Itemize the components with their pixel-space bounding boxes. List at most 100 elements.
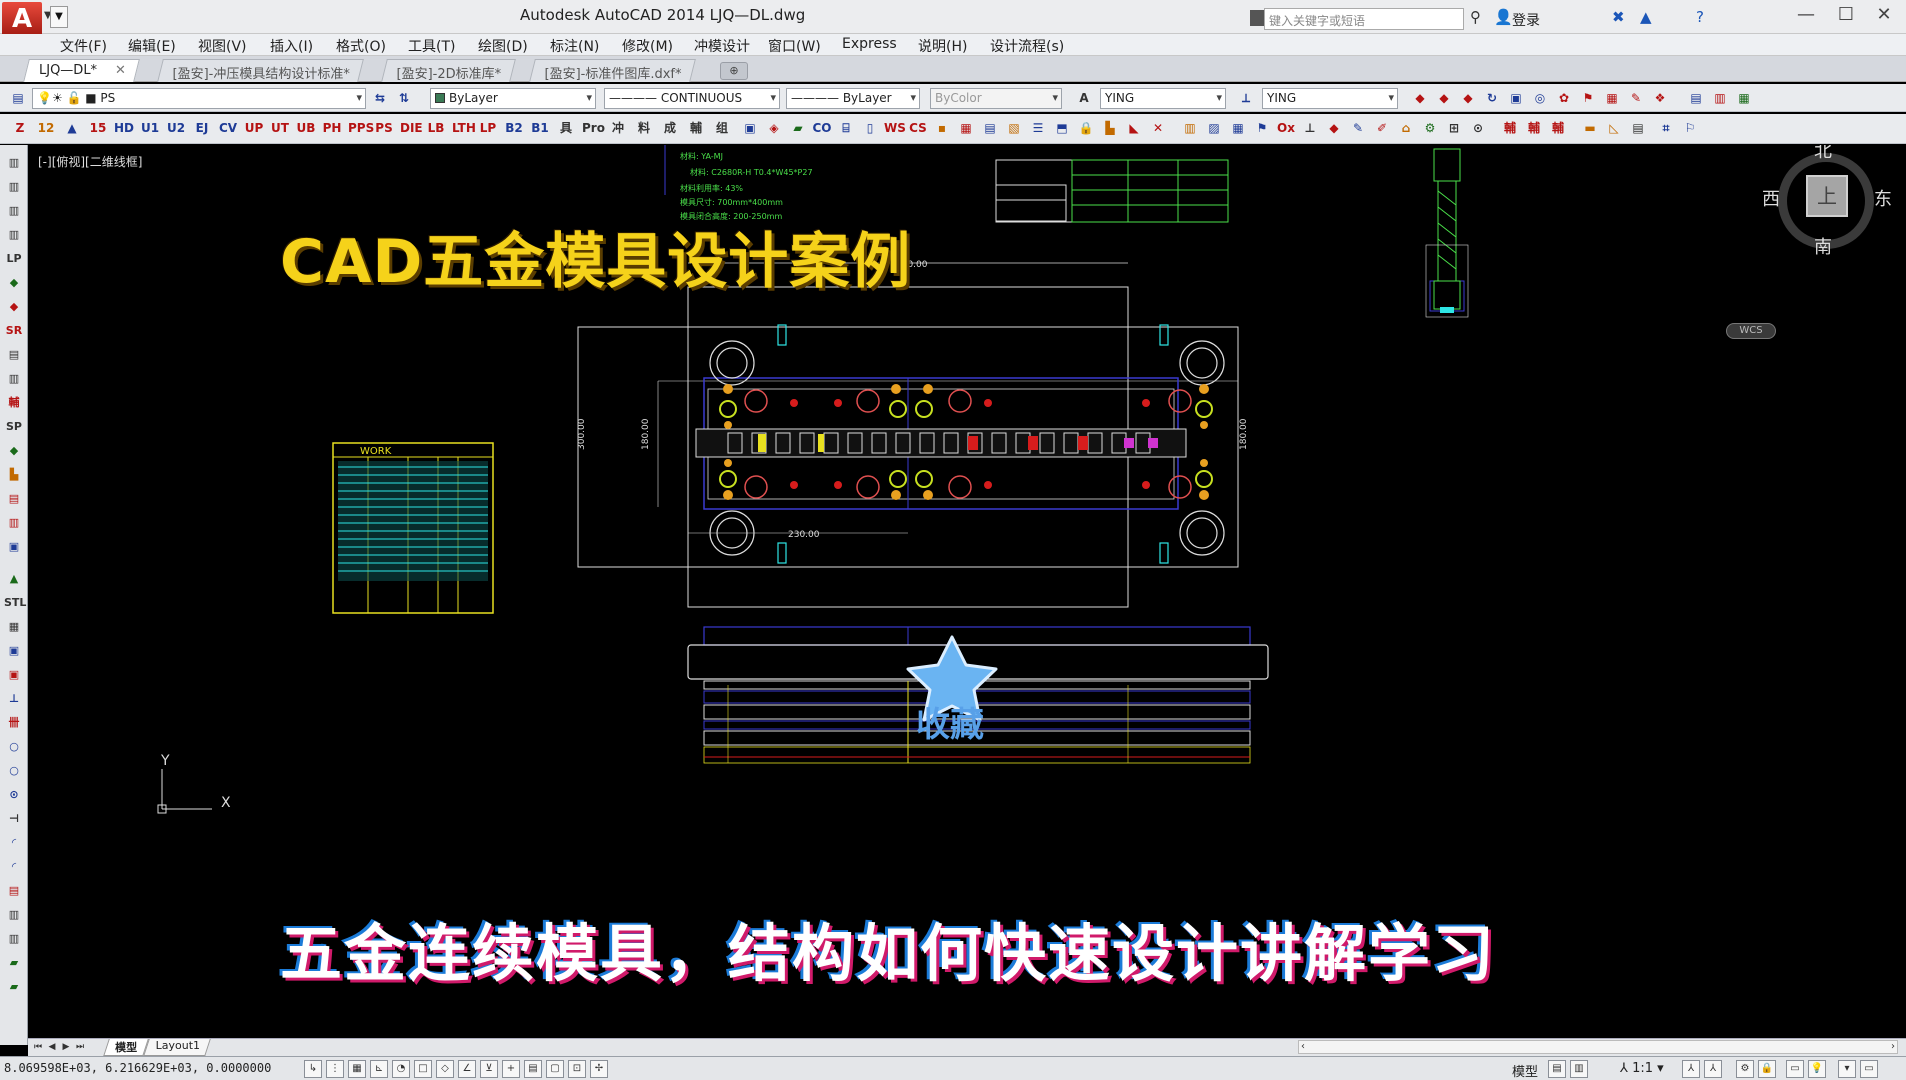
die-tool-lth-icon[interactable]: LTH — [452, 118, 476, 138]
palette-tool-35-icon[interactable]: ▰ — [4, 977, 24, 997]
tool-2q-icon[interactable]: ◣ — [1124, 118, 1144, 138]
menu-edit[interactable]: 编辑(E) — [128, 36, 176, 56]
menu-insert[interactable]: 插入(I) — [270, 36, 313, 56]
die-tool-b1-icon[interactable]: B1 — [530, 118, 550, 138]
otrack-icon[interactable]: ∠ — [458, 1060, 476, 1078]
tool-2c-icon[interactable]: ▰ — [788, 118, 808, 138]
close-button[interactable]: ✕ — [1864, 4, 1904, 25]
stay-connected-icon[interactable]: ▲ — [1640, 8, 1652, 26]
tab-model[interactable]: 模型 — [103, 1039, 149, 1056]
palette-tool-8-icon[interactable]: SR — [4, 321, 24, 341]
menu-view[interactable]: 视图(V) — [198, 36, 247, 56]
tool-3h-icon[interactable]: 輔 — [1548, 118, 1568, 138]
menu-dimension[interactable]: 标注(N) — [550, 36, 599, 56]
login-link[interactable]: 登录 — [1512, 10, 1540, 30]
palette-tool-12-icon[interactable]: SP — [4, 417, 24, 437]
die-tool-u1-icon[interactable]: U1 — [140, 118, 160, 138]
die-tool-pps-icon[interactable]: PPS — [348, 118, 374, 138]
tab-standard-parts[interactable]: [盈安]-标准件图库.dxf* — [529, 59, 696, 82]
scroll-right-icon[interactable]: › — [1891, 1041, 1895, 1052]
palette-tool-34-icon[interactable]: ▰ — [4, 953, 24, 973]
palette-tool-6-icon[interactable]: ◆ — [4, 273, 24, 293]
menu-design-flow[interactable]: 设计流程(s) — [990, 36, 1064, 56]
die-tool-cheng-icon[interactable]: 成 — [660, 118, 680, 138]
first-layout-icon[interactable]: ⏮ — [32, 1040, 44, 1054]
palette-tool-15-icon[interactable]: ▤ — [4, 489, 24, 509]
die-tool-zu-icon[interactable]: 组 — [712, 118, 732, 138]
menu-express[interactable]: Express — [842, 36, 897, 52]
tab-layout1[interactable]: Layout1 — [143, 1039, 212, 1056]
menu-tools[interactable]: 工具(T) — [408, 36, 455, 56]
die-tool-cv-icon[interactable]: CV — [218, 118, 238, 138]
die-tool-ph-icon[interactable]: PH — [322, 118, 342, 138]
palette-tool-4-icon[interactable]: ▥ — [4, 225, 24, 245]
search-input[interactable]: 键入关键字或短语 — [1264, 8, 1464, 30]
tool-3d-icon[interactable]: ⊞ — [1444, 118, 1464, 138]
tool-3m-icon[interactable]: ⚐ — [1680, 118, 1700, 138]
tool-3c-icon[interactable]: ⚙ — [1420, 118, 1440, 138]
dim-style-icon[interactable]: ⟂ — [1236, 88, 1256, 108]
grid-icon[interactable]: ▦ — [348, 1060, 366, 1078]
application-menu-button[interactable]: A — [2, 2, 42, 36]
palette-tool-18-icon[interactable]: ▲ — [4, 569, 24, 589]
tool-2s-icon[interactable]: ▥ — [1180, 118, 1200, 138]
die-tool-ut-icon[interactable]: UT — [270, 118, 290, 138]
tool-3b-icon[interactable]: ⌂ — [1396, 118, 1416, 138]
tool-e-icon[interactable]: ▣ — [1506, 88, 1526, 108]
tool-3j-icon[interactable]: ◺ — [1604, 118, 1624, 138]
palette-tool-20-icon[interactable]: ▦ — [4, 617, 24, 637]
menu-help[interactable]: 说明(H) — [918, 36, 967, 56]
tool-2i-icon[interactable]: ▪ — [932, 118, 952, 138]
dim-style-dropdown[interactable]: YING — [1262, 88, 1398, 109]
quick-view-layouts-icon[interactable]: ▤ — [1548, 1060, 1566, 1078]
minimize-button[interactable]: — — [1786, 4, 1826, 25]
tool-a-icon[interactable]: ◆ — [1410, 88, 1430, 108]
die-tool-lb-icon[interactable]: LB — [426, 118, 446, 138]
help-icon[interactable]: ? — [1696, 8, 1704, 26]
palette-tool-17-icon[interactable]: ▣ — [4, 537, 24, 557]
tool-2t-icon[interactable]: ▨ — [1204, 118, 1224, 138]
tool-2e-icon[interactable]: ⌸ — [836, 118, 856, 138]
layer-manager-icon[interactable]: ▤ — [8, 88, 28, 108]
ducs-icon[interactable]: ⊻ — [480, 1060, 498, 1078]
viewcube-top-face[interactable]: 上 — [1806, 175, 1848, 217]
tool-l-icon[interactable]: ▤ — [1686, 88, 1706, 108]
palette-tool-33-icon[interactable]: ▥ — [4, 929, 24, 949]
die-tool-z-icon[interactable]: Z — [10, 118, 30, 138]
dyn-icon[interactable]: + — [502, 1060, 520, 1078]
sc-icon[interactable]: ✢ — [590, 1060, 608, 1078]
tool-2a-icon[interactable]: ▣ — [740, 118, 760, 138]
menu-modify[interactable]: 修改(M) — [622, 36, 673, 56]
qp-icon[interactable]: ⊡ — [568, 1060, 586, 1078]
tool-3k-icon[interactable]: ▤ — [1628, 118, 1648, 138]
viewcube[interactable]: 上 北 南 西 东 — [1738, 145, 1906, 305]
menu-die-design[interactable]: 冲模设计 — [694, 36, 750, 56]
lock-icon[interactable]: 🔒 — [1076, 118, 1096, 138]
palette-tool-7-icon[interactable]: ◆ — [4, 297, 24, 317]
linetype-dropdown[interactable]: ———— CONTINUOUS — [604, 88, 780, 109]
layer-dropdown[interactable]: 💡☀ 🔓 ■ PS — [32, 88, 366, 109]
model-space-label[interactable]: 模型 — [1512, 1061, 1538, 1080]
annotation-scale[interactable]: ⅄ 1:1 ▾ — [1620, 1061, 1664, 1076]
die-tool-ub-icon[interactable]: UB — [296, 118, 316, 138]
die-tool-ej-icon[interactable]: EJ — [192, 118, 212, 138]
wcs-menu-button[interactable]: WCS — [1726, 323, 1776, 339]
die-tool-ps-icon[interactable]: PS — [374, 118, 394, 138]
tab-structure-standard[interactable]: [盈安]-冲压模具结构设计标准* — [157, 59, 365, 82]
die-tool-u2-icon[interactable]: U2 — [166, 118, 186, 138]
palette-tool-31-icon[interactable]: ▤ — [4, 881, 24, 901]
next-layout-icon[interactable]: ▶ — [60, 1040, 72, 1054]
circle-tool-2-icon[interactable]: ○ — [4, 761, 24, 781]
palette-tool-5-icon[interactable]: LP — [4, 249, 24, 269]
tool-i-icon[interactable]: ▦ — [1602, 88, 1622, 108]
horizontal-scrollbar[interactable]: ‹ › — [1298, 1040, 1898, 1054]
tool-3l-icon[interactable]: ⌗ — [1656, 118, 1676, 138]
workspace-switching-icon[interactable]: ⚙ — [1736, 1060, 1754, 1078]
tool-2r-icon[interactable]: ✕ — [1148, 118, 1168, 138]
die-tool-15-icon[interactable]: 15 — [88, 118, 108, 138]
tool-2v-icon[interactable]: ⚑ — [1252, 118, 1272, 138]
osnap-icon[interactable]: □ — [414, 1060, 432, 1078]
die-tool-pro-icon[interactable]: Pro — [582, 118, 605, 138]
die-tool-ju-icon[interactable]: 具 — [556, 118, 576, 138]
last-layout-icon[interactable]: ⏭ — [74, 1040, 86, 1054]
